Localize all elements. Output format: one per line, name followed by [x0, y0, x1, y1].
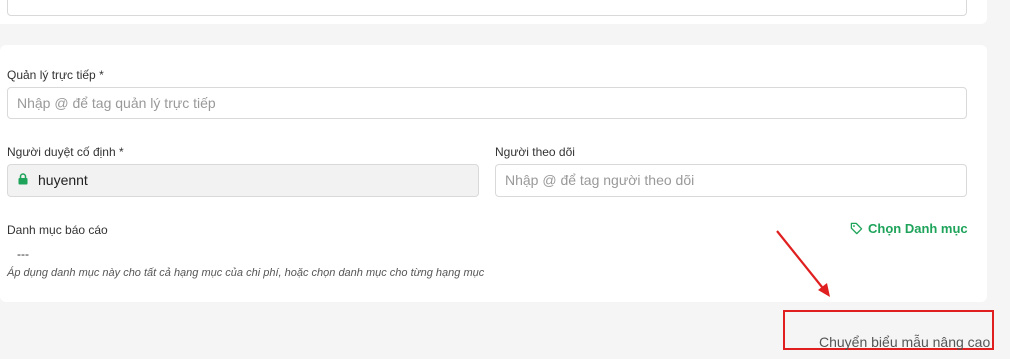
approver-label: Người duyệt cố định * — [7, 145, 124, 159]
followers-label: Người theo dõi — [495, 145, 575, 159]
lock-icon — [18, 173, 28, 185]
category-hint: Áp dụng danh mục này cho tất cả hạng mục… — [7, 267, 485, 279]
tag-icon — [850, 222, 863, 235]
previous-section-card — [0, 0, 987, 24]
previous-field[interactable] — [7, 0, 967, 16]
switch-advanced-form-link[interactable]: Chuyển biểu mẫu nâng cao — [819, 334, 990, 350]
choose-category-label: Chọn Danh mục — [868, 221, 968, 236]
category-value: --- — [17, 247, 29, 261]
followers-input[interactable]: Nhập @ để tag người theo dõi — [495, 164, 967, 197]
approver-value: huyennt — [38, 172, 88, 188]
manager-label: Quản lý trực tiếp * — [7, 68, 104, 82]
category-label: Danh mục báo cáo — [7, 223, 108, 237]
choose-category-link[interactable]: Chọn Danh mục — [850, 221, 968, 236]
approver-field: huyennt — [7, 164, 479, 197]
manager-input[interactable]: Nhập @ để tag quản lý trực tiếp — [7, 87, 967, 119]
annotation-arrow-icon — [776, 230, 830, 297]
